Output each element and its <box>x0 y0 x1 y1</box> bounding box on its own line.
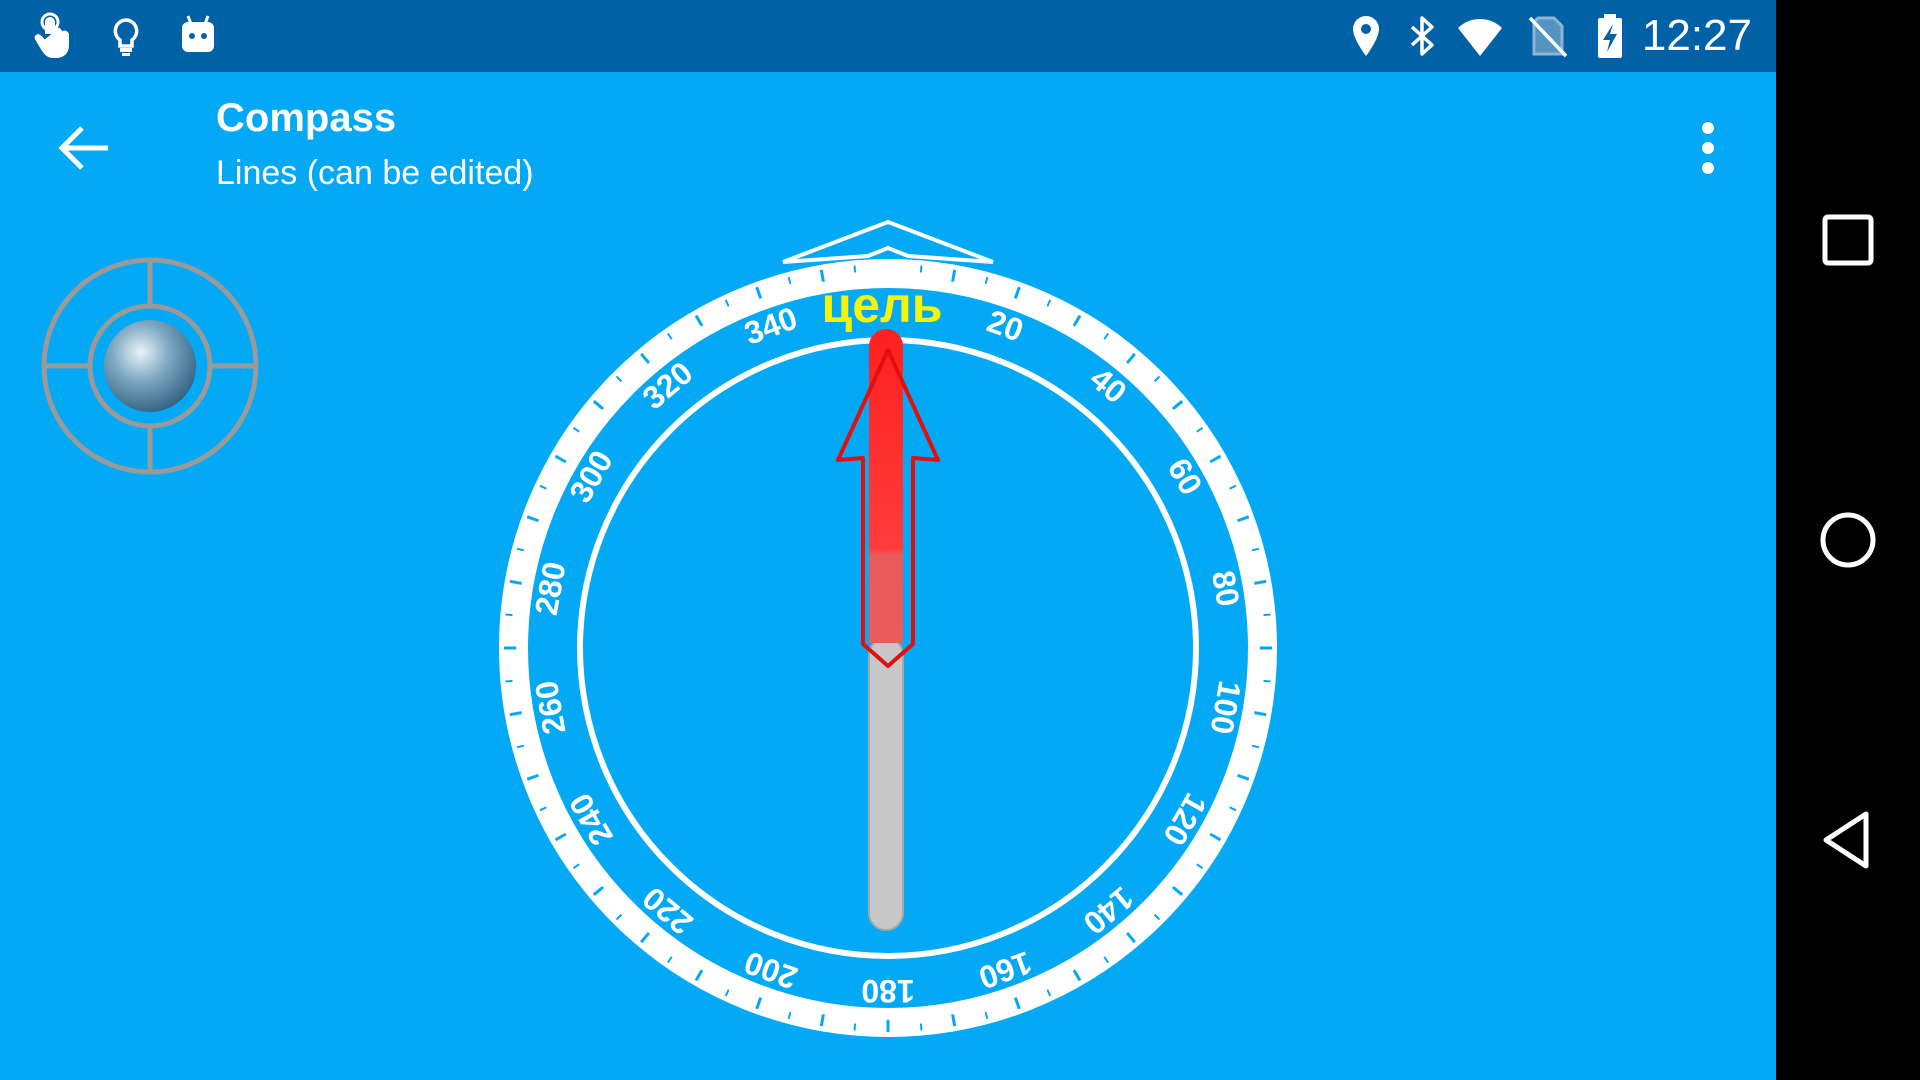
dial-tick <box>919 265 923 273</box>
needle-south <box>868 637 904 931</box>
dial-tick <box>919 1023 923 1031</box>
dial-tick <box>819 1014 825 1027</box>
dial-tick <box>853 1023 857 1031</box>
status-bar: 12:27 <box>0 0 1776 72</box>
target-label: цель <box>821 277 942 333</box>
more-vert-icon[interactable] <box>1684 112 1732 184</box>
dial-tick <box>951 1014 957 1027</box>
clock: 12:27 <box>1641 11 1752 60</box>
compass-dial[interactable]: 2040608010012014016018020022024026028030… <box>488 218 1288 1058</box>
dial-tick <box>853 265 857 273</box>
lightbulb-icon <box>113 18 139 56</box>
bluetooth-icon <box>1410 16 1434 56</box>
dial-tick <box>951 269 957 282</box>
dial-label: 180 <box>861 973 914 1009</box>
recents-icon[interactable] <box>1812 204 1884 276</box>
dial-label: 80 <box>1205 568 1247 609</box>
bubble-level <box>41 257 259 475</box>
touch-icon <box>34 12 69 58</box>
dial-label: 260 <box>528 678 573 737</box>
dial-tick <box>1254 579 1267 585</box>
dial-label: 100 <box>1203 678 1248 737</box>
home-icon[interactable] <box>1812 504 1884 576</box>
app-screen: 12:27 Compass Lines (can be edited) 20 4… <box>0 0 1776 1080</box>
arrow-back-icon[interactable] <box>48 112 120 184</box>
location-icon <box>1353 16 1379 56</box>
dial-tick <box>509 579 522 585</box>
app-bar: Compass Lines (can be edited) <box>0 72 1776 212</box>
dial-tick <box>1263 613 1271 617</box>
heading-marker <box>782 219 994 264</box>
page-title: Compass <box>216 96 397 140</box>
navigation-bar <box>1776 0 1920 1080</box>
dial-tick <box>509 711 522 717</box>
no-sim-icon <box>1528 16 1568 58</box>
dial-tick <box>505 613 513 617</box>
dial-tick <box>1263 679 1271 683</box>
android-icon <box>182 15 214 52</box>
dial-tick <box>505 679 513 683</box>
level-bubble <box>104 320 196 412</box>
page-subtitle: Lines (can be edited) <box>216 154 534 192</box>
wifi-icon <box>1458 19 1502 56</box>
back-icon[interactable] <box>1812 804 1884 876</box>
dial-tick <box>1254 711 1267 717</box>
battery-charging-icon <box>1598 14 1622 58</box>
